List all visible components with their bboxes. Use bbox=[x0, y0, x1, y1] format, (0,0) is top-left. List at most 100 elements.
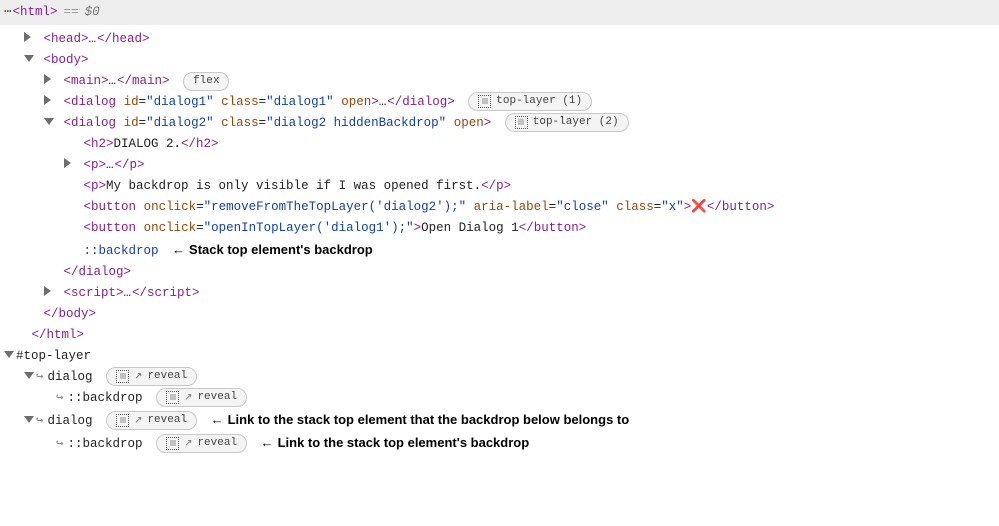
badge-label: top-layer (2) bbox=[533, 112, 619, 133]
reveal-badge-icon bbox=[116, 370, 129, 383]
tag-open: <main> bbox=[64, 74, 109, 88]
badge-label: flex bbox=[193, 71, 219, 92]
node-dialog2-close[interactable]: </dialog> bbox=[0, 262, 999, 283]
node-body-close[interactable]: </body> bbox=[0, 304, 999, 325]
equals-sign: = bbox=[139, 116, 147, 130]
dialog-label: dialog bbox=[48, 370, 93, 384]
node-p-text[interactable]: <p>My backdrop is only visible if I was … bbox=[0, 176, 999, 197]
gt: > bbox=[371, 95, 379, 109]
collapse-toggle[interactable] bbox=[44, 113, 56, 123]
attr-value: "dialog1" bbox=[146, 95, 214, 109]
expand-toggle[interactable] bbox=[44, 71, 56, 81]
tag-open: <p> bbox=[84, 179, 107, 193]
collapse-toggle[interactable] bbox=[24, 367, 36, 377]
tag-open: <body> bbox=[44, 53, 89, 67]
collapse-toggle[interactable] bbox=[4, 346, 16, 356]
tag-open: <dialog bbox=[64, 95, 117, 109]
reveal-button[interactable]: ↗reveal bbox=[106, 411, 197, 430]
wrap-arrow-icon: ↪ bbox=[36, 414, 44, 428]
flex-badge[interactable]: flex bbox=[183, 72, 229, 91]
arrow-left-icon: ← bbox=[211, 412, 224, 427]
pseudo-element: ::backdrop bbox=[84, 244, 159, 258]
tag-close: </main> bbox=[117, 74, 170, 88]
attr-name: aria-label bbox=[474, 200, 549, 214]
top-layer-dialog-1[interactable]: ↪ dialog ↗reveal bbox=[0, 367, 999, 388]
reveal-button[interactable]: ↗reveal bbox=[156, 388, 247, 407]
attr-name: onclick bbox=[144, 221, 197, 235]
collapse-toggle[interactable] bbox=[24, 411, 36, 421]
node-html-close[interactable]: </html> bbox=[0, 325, 999, 346]
pill-arrow-icon: ↗ bbox=[184, 433, 192, 454]
top-layer-badge-icon bbox=[515, 116, 528, 129]
node-main[interactable]: <main>…</main> flex bbox=[0, 71, 999, 92]
pill-arrow-icon: ↗ bbox=[184, 387, 192, 408]
attr-name: onclick bbox=[144, 200, 197, 214]
ellipsis-icon: ⋯ bbox=[4, 2, 13, 23]
tag-open: <script> bbox=[64, 286, 124, 300]
badge-label: top-layer (1) bbox=[496, 91, 582, 112]
attr-value: "openInTopLayer('dialog1');" bbox=[204, 221, 414, 235]
node-head[interactable]: <head>…</head> bbox=[0, 29, 999, 50]
expand-toggle[interactable] bbox=[44, 283, 56, 293]
equals-sign: = bbox=[139, 95, 147, 109]
top-layer-badge-2[interactable]: top-layer (2) bbox=[505, 113, 629, 132]
annotation-stack-top-backdrop: ← Stack top element's backdrop bbox=[172, 242, 373, 257]
expand-toggle[interactable] bbox=[24, 29, 36, 39]
text-content: My backdrop is only visible if I was ope… bbox=[106, 179, 481, 193]
backdrop-label: ::backdrop bbox=[68, 437, 143, 451]
badge-label: reveal bbox=[197, 387, 237, 408]
reveal-badge-icon bbox=[116, 414, 129, 427]
expand-toggle[interactable] bbox=[64, 155, 76, 165]
wrap-arrow-icon: ↪ bbox=[36, 370, 44, 384]
annotation-link-top-element: ← Link to the stack top element that the … bbox=[211, 412, 630, 427]
text-content: DIALOG 2. bbox=[114, 137, 182, 151]
tag-close: </dialog> bbox=[387, 95, 455, 109]
top-layer-root[interactable]: #top-layer bbox=[0, 346, 999, 367]
tag-close: </p> bbox=[115, 158, 145, 172]
top-layer-backdrop-2[interactable]: ↪::backdrop ↗reveal ←Link to the stack t… bbox=[0, 432, 999, 455]
tag-open: <button bbox=[84, 221, 137, 235]
tag-close: </body> bbox=[44, 307, 97, 321]
attr-name: class bbox=[616, 200, 654, 214]
reveal-button[interactable]: ↗reveal bbox=[106, 367, 197, 386]
attr-value: "x" bbox=[661, 200, 684, 214]
top-layer-dialog-2[interactable]: ↪dialog ↗reveal ←Link to the stack top e… bbox=[0, 409, 999, 432]
arrow-left-icon: ← bbox=[172, 242, 185, 257]
node-dialog1[interactable]: <dialog id="dialog1" class="dialog1" ope… bbox=[0, 92, 999, 113]
attr-value: "dialog2 hiddenBackdrop" bbox=[266, 116, 446, 130]
attr-name: class bbox=[221, 95, 259, 109]
ellipsis-icon: … bbox=[124, 286, 133, 300]
ellipsis-icon: … bbox=[109, 74, 118, 88]
expand-toggle[interactable] bbox=[44, 92, 56, 102]
reveal-badge-icon bbox=[166, 391, 179, 404]
node-script[interactable]: <script>…</script> bbox=[0, 283, 999, 304]
node-button-close[interactable]: <button onclick="removeFromTheTopLayer('… bbox=[0, 197, 999, 218]
top-layer-backdrop-1[interactable]: ↪::backdrop ↗reveal bbox=[0, 388, 999, 409]
annotation-text: Stack top element's backdrop bbox=[189, 242, 373, 257]
node-h2[interactable]: <h2>DIALOG 2.</h2> bbox=[0, 134, 999, 155]
html-open-tag[interactable]: <html> bbox=[13, 2, 58, 23]
node-dialog2[interactable]: <dialog id="dialog2" class="dialog2 hidd… bbox=[0, 113, 999, 134]
tag-open: <h2> bbox=[84, 137, 114, 151]
badge-label: reveal bbox=[197, 433, 237, 454]
collapse-toggle[interactable] bbox=[24, 50, 36, 60]
tag-close: </head> bbox=[97, 32, 150, 46]
node-button-open-dialog1[interactable]: <button onclick="openInTopLayer('dialog1… bbox=[0, 218, 999, 239]
ellipsis-icon: … bbox=[89, 32, 98, 46]
annotation-text: Link to the stack top element that the b… bbox=[228, 412, 630, 427]
reveal-button[interactable]: ↗reveal bbox=[156, 434, 247, 453]
top-layer-badge-1[interactable]: top-layer (1) bbox=[468, 92, 592, 111]
dom-tree: <head>…</head> <body> <main>…</main> fle… bbox=[0, 25, 999, 467]
node-p-collapsed[interactable]: <p>…</p> bbox=[0, 155, 999, 176]
tag-close: </h2> bbox=[181, 137, 219, 151]
node-pseudo-backdrop[interactable]: ::backdrop ← Stack top element's backdrop bbox=[0, 239, 999, 262]
equals-sign: = bbox=[196, 221, 204, 235]
tag-close: </html> bbox=[32, 328, 85, 342]
tag-close: </script> bbox=[132, 286, 200, 300]
node-body[interactable]: <body> bbox=[0, 50, 999, 71]
wrap-arrow-icon: ↪ bbox=[56, 391, 64, 405]
text-content: Open Dialog 1 bbox=[421, 221, 519, 235]
tag-close: </button> bbox=[707, 200, 775, 214]
pill-arrow-icon: ↗ bbox=[134, 366, 142, 387]
tag-open: <dialog bbox=[64, 116, 117, 130]
